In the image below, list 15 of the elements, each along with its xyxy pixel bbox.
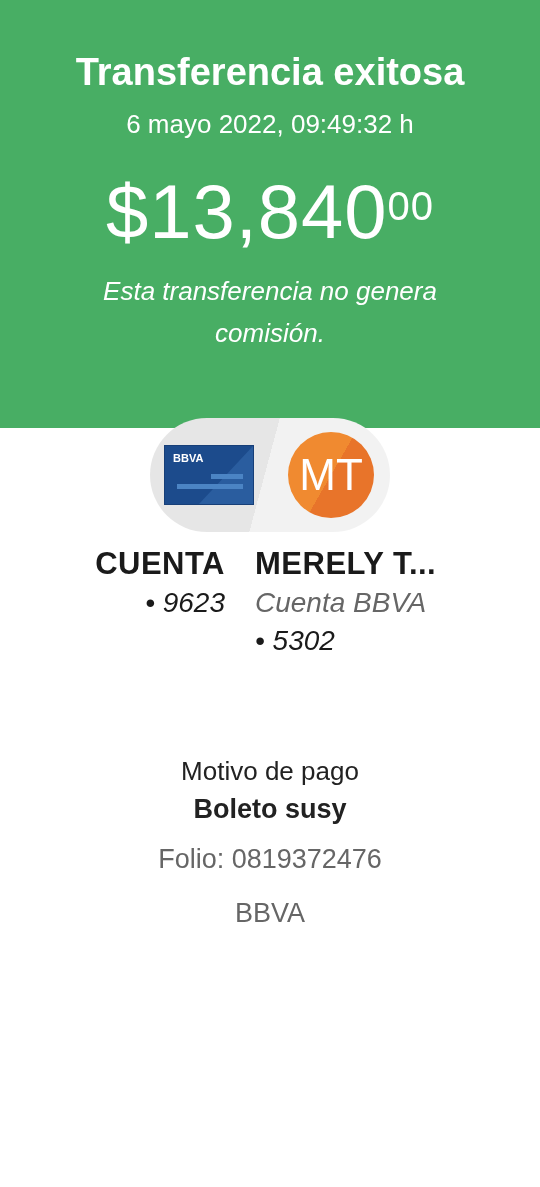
bank-card-icon: BBVA (164, 445, 254, 505)
account-number: • 5302 (255, 624, 336, 658)
account-number: • 9623 (144, 586, 225, 620)
payment-reason: Boleto susy (192, 793, 348, 826)
commission-note: Esta transferencia no genera comisión. (102, 275, 438, 350)
title: Transferencia exitosa (74, 50, 466, 95)
folio-number: Folio: 0819372476 (157, 843, 383, 876)
recipient-bank: Cuenta BBVA (255, 586, 428, 620)
date-time: 6 mayo 2022, 09:49:32 h (125, 108, 415, 140)
avatar: MT (288, 432, 374, 518)
account-name: CUENTA (94, 545, 225, 583)
recipient-name: MERELY T... (255, 545, 438, 583)
bank-name: BBVA (234, 897, 306, 930)
amount: $13,840$^{00}$ (104, 170, 436, 254)
payment-reason-label: Motivo de pago (180, 755, 360, 788)
